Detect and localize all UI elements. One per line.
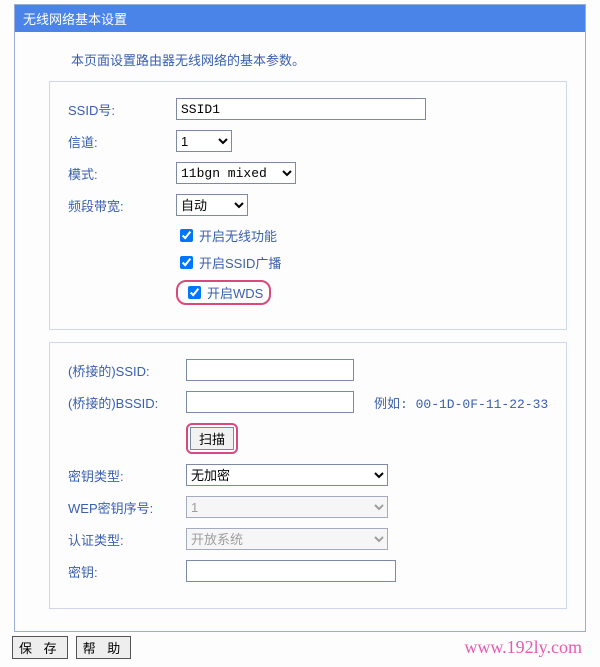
- save-button[interactable]: 保 存: [12, 636, 68, 659]
- enable-wds-row: 开启WDS: [176, 280, 550, 305]
- bridge-bssid-input[interactable]: [186, 391, 354, 413]
- watermark-text: www.192ly.com: [464, 637, 592, 658]
- settings-window: 无线网络基本设置 本页面设置路由器无线网络的基本参数。 SSID号: 信道: 1: [14, 4, 586, 632]
- help-button[interactable]: 帮 助: [76, 636, 132, 659]
- wep-index-label: WEP密钥序号:: [68, 498, 186, 517]
- mode-label: 模式:: [68, 164, 176, 183]
- keytype-select[interactable]: 无加密: [186, 464, 388, 486]
- key-label: 密钥:: [68, 562, 186, 581]
- enable-wireless-label: 开启无线功能: [199, 226, 277, 245]
- enable-ssid-broadcast-row: 开启SSID广播: [176, 253, 550, 272]
- keytype-label: 密钥类型:: [68, 466, 186, 485]
- intro-text: 本页面设置路由器无线网络的基本参数。: [15, 42, 585, 81]
- enable-wds-label: 开启WDS: [207, 283, 263, 302]
- scan-highlight: 扫描: [186, 423, 238, 454]
- wds-settings-panel: (桥接的)SSID: (桥接的)BSSID: 例如: 00-1D-0F-11-2…: [49, 342, 567, 609]
- scan-button[interactable]: 扫描: [190, 427, 234, 450]
- bandwidth-select[interactable]: 自动: [176, 194, 248, 216]
- mode-select[interactable]: 11bgn mixed: [176, 162, 296, 184]
- auth-label: 认证类型:: [68, 530, 186, 549]
- bridge-ssid-label: (桥接的)SSID:: [68, 361, 186, 380]
- bandwidth-label: 频段带宽:: [68, 196, 176, 215]
- bssid-example: 例如: 00-1D-0F-11-22-33: [374, 393, 548, 412]
- channel-label: 信道:: [68, 132, 176, 151]
- basic-settings-panel: SSID号: 信道: 1 模式: 11bgn mixed: [49, 81, 567, 330]
- ssid-input[interactable]: [176, 98, 426, 120]
- ssid-label: SSID号:: [68, 100, 176, 119]
- enable-ssid-broadcast-checkbox[interactable]: [180, 256, 193, 269]
- key-input[interactable]: [186, 560, 396, 582]
- content-area: 本页面设置路由器无线网络的基本参数。 SSID号: 信道: 1 模式:: [15, 32, 585, 631]
- window-title: 无线网络基本设置: [15, 5, 585, 32]
- wep-index-select[interactable]: 1: [186, 496, 388, 518]
- enable-wireless-checkbox[interactable]: [180, 229, 193, 242]
- bridge-ssid-input[interactable]: [186, 359, 354, 381]
- enable-wds-checkbox[interactable]: [188, 286, 201, 299]
- auth-select[interactable]: 开放系统: [186, 528, 388, 550]
- channel-select[interactable]: 1: [176, 130, 232, 152]
- bridge-bssid-label: (桥接的)BSSID:: [68, 393, 186, 412]
- wds-highlight: 开启WDS: [176, 280, 271, 305]
- enable-ssid-broadcast-label: 开启SSID广播: [199, 253, 281, 272]
- bottom-bar: 保 存 帮 助 www.192ly.com: [0, 632, 600, 667]
- enable-wireless-row: 开启无线功能: [176, 226, 550, 245]
